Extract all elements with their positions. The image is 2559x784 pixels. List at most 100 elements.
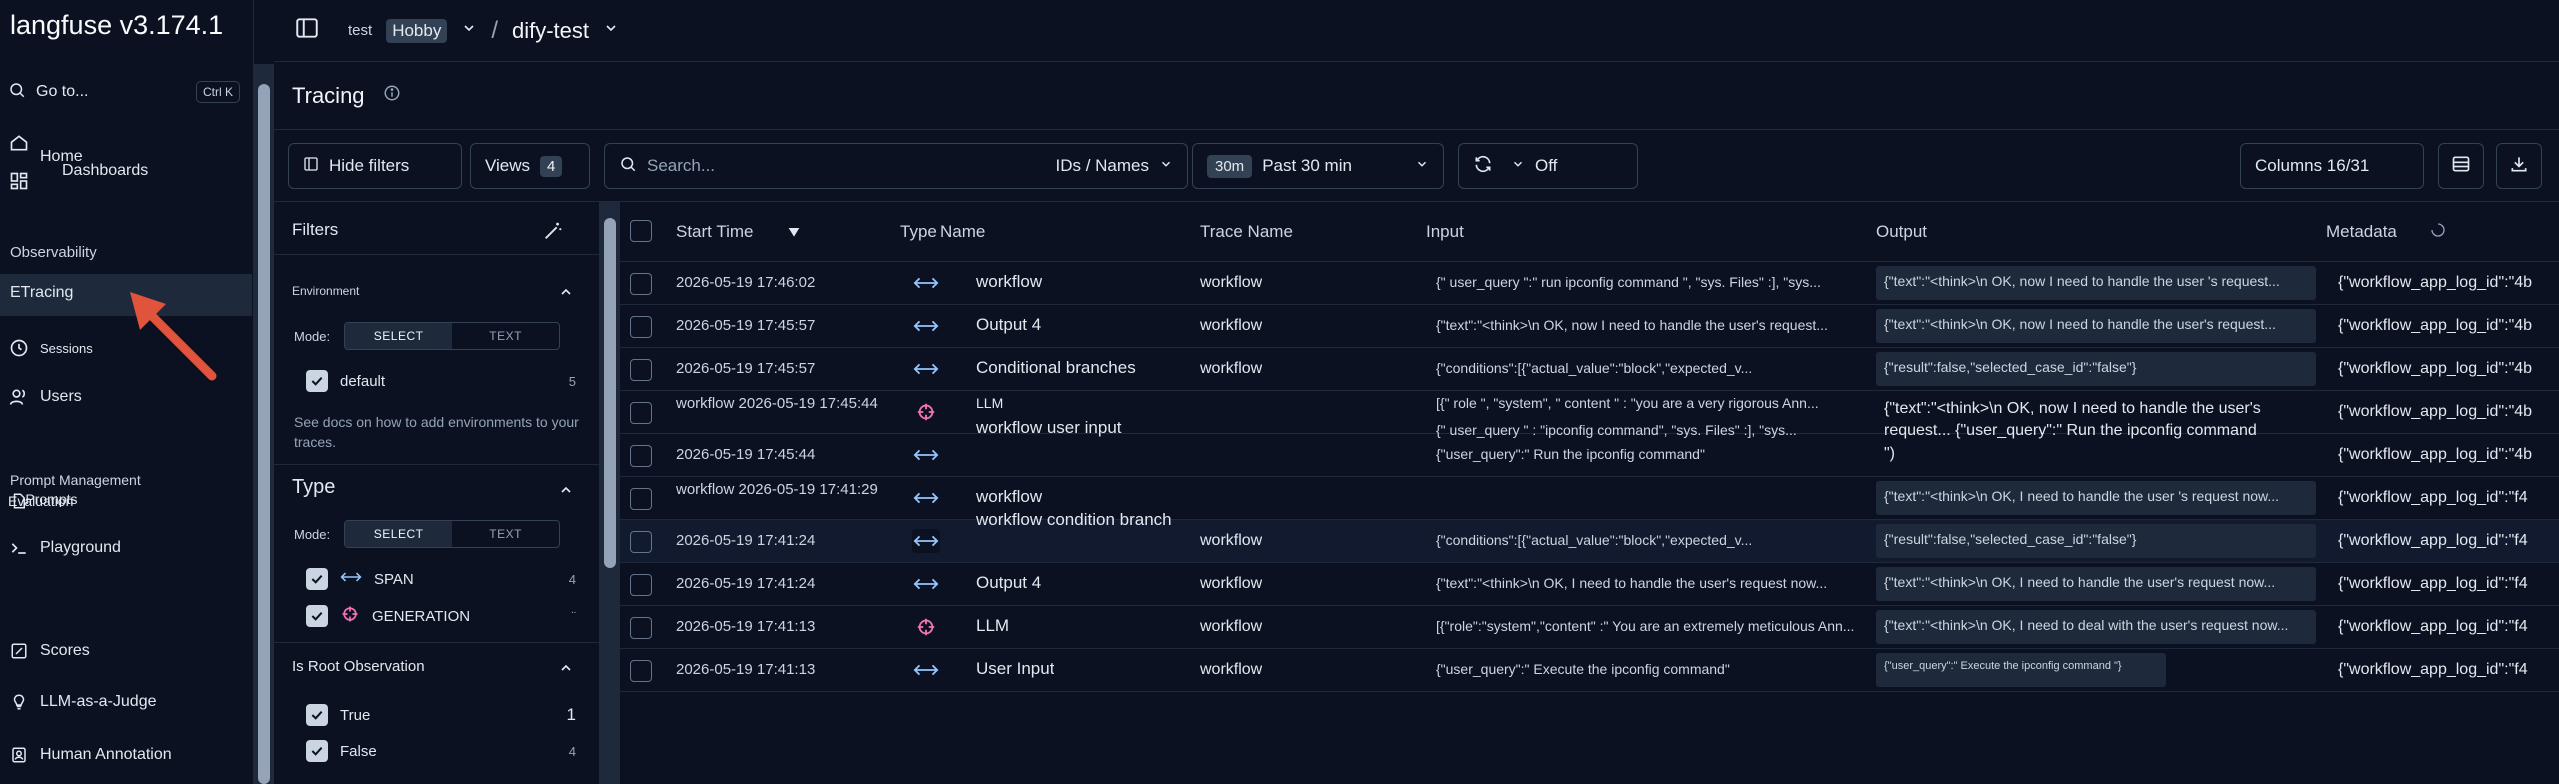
llm-row-subtitle: workflow user input [976, 418, 1122, 437]
col-trace-name[interactable]: Trace Name [1200, 222, 1293, 242]
row-checkbox[interactable] [630, 445, 652, 467]
time-range-badge: 30m [1207, 154, 1253, 178]
cell-name[interactable]: workflow [976, 272, 1042, 292]
cell-name[interactable]: LLM [976, 395, 1003, 411]
cell-name[interactable]: User Input [976, 659, 1054, 679]
cell-name[interactable]: Conditional branches [976, 358, 1136, 378]
info-icon[interactable] [383, 84, 401, 107]
env-option-default[interactable]: default 5 [306, 370, 576, 392]
mode-text-option[interactable]: TEXT [452, 521, 559, 547]
cell-name[interactable]: LLM [976, 616, 1009, 636]
refresh-state: Off [1535, 156, 1558, 175]
row-checkbox[interactable] [630, 617, 652, 639]
sidebar-scrollbar[interactable] [254, 64, 274, 784]
cell-name[interactable]: Output 4 [976, 315, 1041, 335]
select-all-checkbox[interactable] [630, 220, 652, 242]
row-checkbox[interactable] [630, 273, 652, 295]
cell-output: {"text":"<think>\n OK, I need to handle … [1876, 481, 2316, 515]
cell-metadata: {"workflow_app_log_id":"f4 [2338, 661, 2528, 678]
search-scope-select[interactable]: IDs / Names [1055, 156, 1149, 176]
type-option-generation[interactable]: GENERATION ¨ [306, 604, 576, 628]
sidebar-item-playground[interactable]: Playground [8, 537, 121, 559]
sort-desc-icon[interactable] [786, 224, 802, 245]
sidebar-item-users[interactable]: Users [8, 386, 82, 408]
refresh-icon[interactable] [1473, 154, 1493, 179]
magic-wand-icon[interactable] [542, 220, 564, 247]
top-header: test Hobby / dify-test [274, 0, 2559, 62]
type-option-span[interactable]: SPAN 4 [306, 568, 576, 590]
col-start-time[interactable]: Start Time [676, 222, 753, 242]
project-name[interactable]: dify-test [512, 18, 589, 44]
sidebar-item-tracing[interactable]: ETracing [10, 284, 73, 302]
table-row[interactable]: 2026-05-19 17:45:57 Conditional branches w… [620, 348, 2559, 391]
row-checkbox[interactable] [630, 574, 652, 596]
checkbox-checked-icon[interactable] [306, 370, 328, 392]
sidebar-item-label: Sessions [40, 340, 93, 356]
goto-search[interactable]: Go to... Ctrl K [8, 78, 240, 106]
table-row[interactable]: 2026-05-19 17:45:57 Output 4 workflow {"tex… [620, 305, 2559, 348]
table-row[interactable]: 2026-05-19 17:45:44 {"user_query":" Run t… [620, 434, 2559, 477]
hide-filters-button[interactable]: Hide filters [288, 143, 462, 189]
col-type[interactable]: Type [900, 222, 937, 242]
checkbox-checked-icon[interactable] [306, 704, 328, 726]
row-height-button[interactable] [2438, 143, 2484, 189]
row-checkbox[interactable] [630, 488, 652, 510]
columns-button[interactable]: Columns 16/31 [2240, 143, 2424, 189]
chevron-down-icon[interactable] [1159, 156, 1173, 176]
home-icon [8, 132, 30, 154]
download-button[interactable] [2496, 143, 2542, 189]
col-metadata[interactable]: Metadata [2326, 222, 2397, 242]
root-option-false[interactable]: False 4 [306, 740, 576, 762]
checkbox-checked-icon[interactable] [306, 568, 328, 590]
row-checkbox[interactable] [630, 402, 652, 424]
search-input[interactable]: Search... IDs / Names [604, 143, 1188, 189]
sidebar-item-human-annotation[interactable]: Human Annotation [8, 744, 172, 766]
type-mode-toggle[interactable]: SELECT TEXT [344, 520, 561, 548]
table-row[interactable]: 2026-05-19 17:41:24 workflow {"conditions"… [620, 520, 2559, 563]
chevron-up-icon[interactable] [558, 284, 574, 300]
sidebar-item-dashboards[interactable]: Dashboards [8, 162, 148, 192]
chevron-down-icon[interactable] [461, 20, 477, 41]
refresh-control[interactable]: Off [1458, 143, 1638, 189]
users-icon [8, 386, 30, 408]
col-output[interactable]: Output [1876, 222, 1927, 242]
row-checkbox[interactable] [630, 531, 652, 553]
sidebar-item-sessions[interactable]: Sessions [8, 337, 93, 359]
chevron-down-icon[interactable] [1511, 156, 1525, 176]
mode-select-option[interactable]: SELECT [345, 323, 453, 349]
cell-name[interactable]: Output 4 [976, 573, 1041, 593]
mode-select-option[interactable]: SELECT [345, 521, 453, 547]
type-mode-row: Mode: SELECT TEXT [294, 520, 561, 548]
filters-scrollbar[interactable] [600, 202, 620, 784]
table-row[interactable]: 2026-05-19 17:46:02 workflow workflow {" us… [620, 262, 2559, 305]
environment-mode-toggle[interactable]: SELECT TEXT [344, 322, 561, 350]
col-input[interactable]: Input [1426, 222, 1464, 242]
cell-input: [{" role ", "system", " content " : "you… [1436, 395, 1819, 411]
sidebar-item-home[interactable]: Home [8, 132, 83, 165]
mode-text-option[interactable]: TEXT [452, 323, 559, 349]
checkbox-checked-icon[interactable] [306, 605, 328, 627]
root-option-true[interactable]: True 1 [306, 704, 576, 726]
sidebar-item-prompts[interactable]: Evaluation Prompts [8, 490, 78, 512]
row-checkbox[interactable] [630, 316, 652, 338]
time-range-select[interactable]: 30m Past 30 min [1192, 143, 1444, 189]
col-name[interactable]: Name [940, 222, 985, 242]
cell-metadata: {"workflow_app_log_id":"4b [2338, 274, 2533, 291]
cell-trace-name: workflow [1200, 618, 1263, 635]
checkbox-checked-icon[interactable] [306, 740, 328, 762]
table-row[interactable]: workflow 2026-05-19 17:41:29 workflow {"te… [620, 477, 2559, 520]
chevron-down-icon[interactable] [603, 20, 619, 41]
sidebar-item-llm-judge[interactable]: LLM-as-a-Judge [8, 691, 157, 713]
chevron-up-icon[interactable] [558, 660, 574, 676]
cell-name[interactable]: workflow [976, 487, 1042, 507]
sidebar-item-scores[interactable]: Scores [8, 640, 90, 662]
org-name[interactable]: test [348, 22, 372, 39]
row-checkbox[interactable] [630, 359, 652, 381]
chevron-up-icon[interactable] [558, 482, 574, 498]
row-checkbox[interactable] [630, 660, 652, 682]
views-button[interactable]: Views 4 [470, 143, 590, 189]
table-row[interactable]: 2026-05-19 17:41:13 User Input workflow {"u… [620, 649, 2559, 692]
sidebar-toggle-icon[interactable] [294, 15, 320, 46]
table-row[interactable]: 2026-05-19 17:41:13 LLM workflow [{"role":"… [620, 606, 2559, 649]
table-row[interactable]: 2026-05-19 17:41:24 Output 4 workflow {"tex… [620, 563, 2559, 606]
